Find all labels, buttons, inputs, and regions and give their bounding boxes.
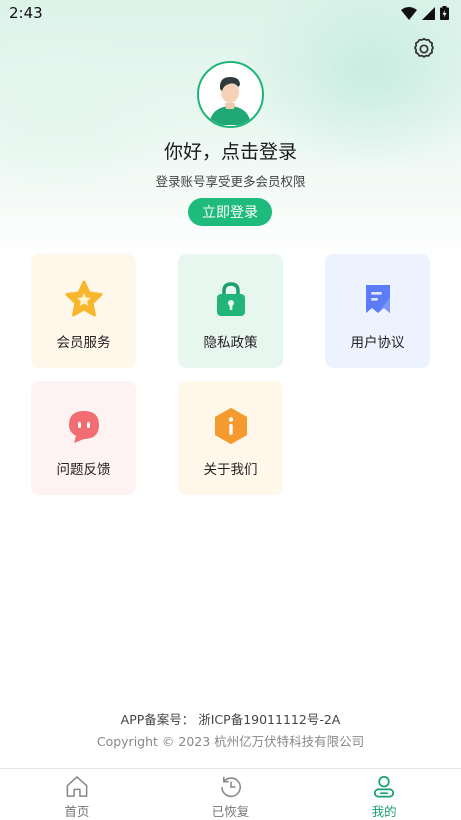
about-us-card[interactable]: 关于我们 (178, 381, 283, 495)
card-label: 关于我们 (203, 462, 258, 478)
login-subtitle: 登录账号享受更多会员权限 (155, 174, 306, 189)
card-label: 隐私政策 (203, 335, 258, 351)
feedback-card[interactable]: 问题反馈 (31, 381, 136, 495)
chat-bubble-icon (68, 411, 99, 443)
login-greeting[interactable]: 你好，点击登录 (0, 137, 461, 164)
signal-icon (422, 6, 435, 20)
settings-gear-icon[interactable] (411, 36, 437, 62)
icp-record: APP备案号： 浙ICP备19011112号-2A (120, 712, 341, 727)
wifi-icon (401, 6, 417, 20)
document-icon (365, 285, 390, 313)
avatar[interactable] (197, 61, 264, 128)
status-time: 2:43 (9, 4, 43, 22)
status-bar: 2:43 (0, 0, 461, 26)
lock-icon (216, 282, 245, 316)
info-icon (214, 408, 247, 444)
tab-home[interactable]: 首页 (0, 769, 154, 820)
tab-recovered[interactable]: 已恢复 (154, 769, 308, 820)
history-icon (220, 776, 241, 798)
vip-service-card[interactable]: 会员服务 (31, 254, 136, 368)
user-agreement-card[interactable]: 用户协议 (325, 254, 430, 368)
tab-label: 已恢复 (211, 804, 250, 819)
tab-mine[interactable]: 我的 (307, 769, 461, 820)
bottom-tab-bar: 首页 已恢复 我的 (0, 768, 461, 820)
login-button[interactable]: 立即登录 (188, 198, 272, 226)
home-icon (66, 776, 88, 797)
card-label: 用户协议 (350, 335, 405, 351)
tab-label: 我的 (371, 804, 397, 819)
star-icon (65, 280, 102, 317)
battery-icon (440, 6, 449, 20)
tab-label: 首页 (64, 804, 90, 819)
user-icon (374, 776, 395, 798)
privacy-policy-card[interactable]: 隐私政策 (178, 254, 283, 368)
card-label: 会员服务 (56, 335, 111, 351)
card-label: 问题反馈 (56, 462, 111, 478)
copyright: Copyright © 2023 杭州亿万伏特科技有限公司 (96, 734, 365, 749)
